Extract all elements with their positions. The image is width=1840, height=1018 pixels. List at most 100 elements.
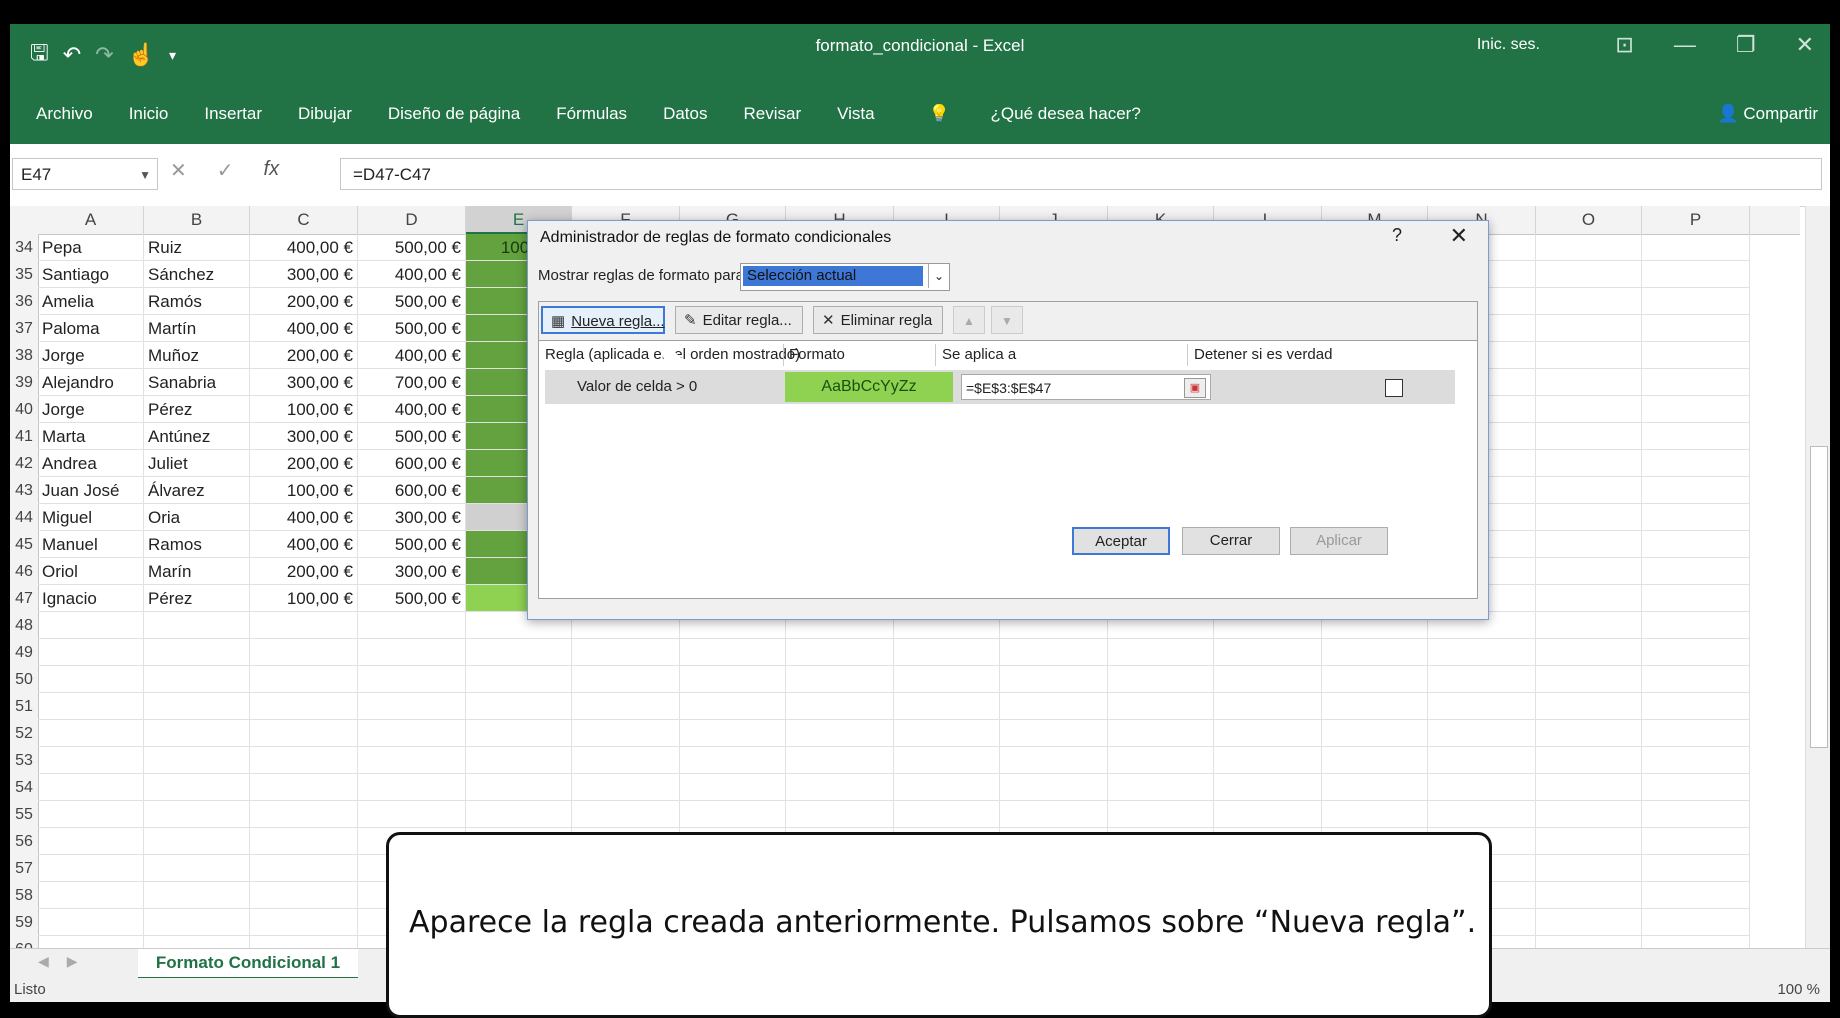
grid-cell[interactable]: Marín <box>144 558 250 585</box>
grid-cell[interactable] <box>144 639 250 666</box>
row-header[interactable]: 37 <box>10 315 39 342</box>
grid-cell[interactable] <box>1642 828 1750 855</box>
grid-cell[interactable] <box>38 774 144 801</box>
grid-cell[interactable]: 100,00 € <box>250 477 358 504</box>
grid-cell[interactable]: 200,00 € <box>250 288 358 315</box>
grid-cell[interactable]: Oriol <box>38 558 144 585</box>
grid-cell[interactable]: Juan José <box>38 477 144 504</box>
grid-cell[interactable]: 200,00 € <box>250 450 358 477</box>
grid-cell[interactable] <box>680 666 786 693</box>
vertical-scrollbar[interactable] <box>1805 206 1830 948</box>
tab-vista[interactable]: Vista <box>819 104 893 124</box>
row-header[interactable]: 57 <box>10 855 39 882</box>
grid-cell[interactable] <box>572 639 680 666</box>
grid-cell[interactable] <box>1214 747 1322 774</box>
grid-cell[interactable] <box>1642 369 1750 396</box>
column-header[interactable]: B <box>144 206 250 234</box>
grid-cell[interactable] <box>38 720 144 747</box>
sign-in-link[interactable]: Inic. ses. <box>1477 36 1540 54</box>
row-header[interactable]: 58 <box>10 882 39 909</box>
row-header[interactable]: 35 <box>10 261 39 288</box>
rule-row[interactable]: Valor de celda > 0 AaBbCcYyZz =$E$3:$E$4… <box>545 370 1455 404</box>
grid-cell[interactable]: 300,00 € <box>250 261 358 288</box>
grid-cell[interactable] <box>1536 909 1642 936</box>
grid-cell[interactable] <box>358 639 466 666</box>
grid-cell[interactable] <box>1214 639 1322 666</box>
row-header[interactable]: 48 <box>10 612 39 639</box>
grid-cell[interactable]: Ramos <box>144 531 250 558</box>
sheet-tab-active[interactable]: Formato Condicional 1 <box>138 949 358 980</box>
grid-cell[interactable] <box>466 666 572 693</box>
range-picker-icon[interactable]: ▣ <box>1184 378 1206 398</box>
grid-cell[interactable]: Pérez <box>144 585 250 612</box>
grid-cell[interactable]: 700,00 € <box>358 369 466 396</box>
grid-cell[interactable] <box>1642 855 1750 882</box>
grid-cell[interactable] <box>1536 504 1642 531</box>
grid-cell[interactable]: Pepa <box>38 234 144 261</box>
grid-cell[interactable] <box>466 693 572 720</box>
grid-cell[interactable]: 500,00 € <box>358 423 466 450</box>
grid-cell[interactable]: Amelia <box>38 288 144 315</box>
grid-cell[interactable]: 500,00 € <box>358 234 466 261</box>
applies-to-input[interactable]: =$E$3:$E$47 ▣ <box>961 374 1211 400</box>
grid-cell[interactable]: Ruiz <box>144 234 250 261</box>
grid-cell[interactable] <box>1322 747 1428 774</box>
grid-cell[interactable] <box>1642 531 1750 558</box>
grid-cell[interactable] <box>1322 639 1428 666</box>
grid-cell[interactable] <box>1214 801 1322 828</box>
grid-cell[interactable] <box>1642 774 1750 801</box>
grid-cell[interactable] <box>250 747 358 774</box>
grid-cell[interactable] <box>1428 747 1536 774</box>
tab-diseno-pagina[interactable]: Diseño de página <box>370 104 538 124</box>
row-header[interactable]: 36 <box>10 288 39 315</box>
grid-cell[interactable] <box>1536 612 1642 639</box>
tab-insertar[interactable]: Insertar <box>186 104 280 124</box>
grid-cell[interactable]: 200,00 € <box>250 342 358 369</box>
tab-datos[interactable]: Datos <box>645 104 725 124</box>
grid-cell[interactable] <box>1642 585 1750 612</box>
grid-cell[interactable] <box>1428 693 1536 720</box>
grid-cell[interactable]: 100,00 € <box>250 396 358 423</box>
grid-cell[interactable] <box>1000 720 1108 747</box>
delete-rule-button[interactable]: ✕ Eliminar regla <box>813 306 943 334</box>
grid-cell[interactable] <box>1536 828 1642 855</box>
grid-cell[interactable]: 200,00 € <box>250 558 358 585</box>
grid-cell[interactable] <box>1000 666 1108 693</box>
show-rules-select[interactable]: Selección actual ⌄ <box>740 263 950 291</box>
grid-cell[interactable] <box>1214 774 1322 801</box>
grid-cell[interactable] <box>144 693 250 720</box>
grid-cell[interactable] <box>1428 774 1536 801</box>
cancel-icon[interactable]: ✕ <box>170 158 187 183</box>
grid-cell[interactable] <box>1642 450 1750 477</box>
grid-cell[interactable] <box>358 720 466 747</box>
grid-cell[interactable] <box>1642 882 1750 909</box>
grid-cell[interactable]: Alejandro <box>38 369 144 396</box>
row-header[interactable]: 54 <box>10 774 39 801</box>
grid-cell[interactable]: Martín <box>144 315 250 342</box>
row-header[interactable]: 46 <box>10 558 39 585</box>
grid-cell[interactable] <box>1108 720 1214 747</box>
stop-if-true-checkbox[interactable] <box>1385 379 1403 397</box>
grid-cell[interactable] <box>572 774 680 801</box>
column-header[interactable]: C <box>250 206 358 234</box>
grid-cell[interactable]: Jorge <box>38 396 144 423</box>
grid-cell[interactable] <box>1108 693 1214 720</box>
grid-cell[interactable] <box>680 693 786 720</box>
grid-cell[interactable]: 500,00 € <box>358 288 466 315</box>
grid-cell[interactable] <box>1428 801 1536 828</box>
grid-cell[interactable] <box>786 693 894 720</box>
tell-me-search[interactable]: 💡 ¿Qué desea hacer? <box>893 104 1177 124</box>
grid-cell[interactable] <box>1642 639 1750 666</box>
row-header[interactable]: 52 <box>10 720 39 747</box>
row-header[interactable]: 45 <box>10 531 39 558</box>
column-header[interactable]: D <box>358 206 466 234</box>
grid-cell[interactable] <box>250 801 358 828</box>
grid-cell[interactable] <box>1642 261 1750 288</box>
grid-cell[interactable] <box>1642 693 1750 720</box>
grid-cell[interactable] <box>1322 720 1428 747</box>
grid-cell[interactable] <box>1536 450 1642 477</box>
grid-cell[interactable] <box>1214 666 1322 693</box>
row-header[interactable]: 59 <box>10 909 39 936</box>
formula-input[interactable]: =D47-C47 <box>340 158 1822 190</box>
grid-cell[interactable]: Juliet <box>144 450 250 477</box>
